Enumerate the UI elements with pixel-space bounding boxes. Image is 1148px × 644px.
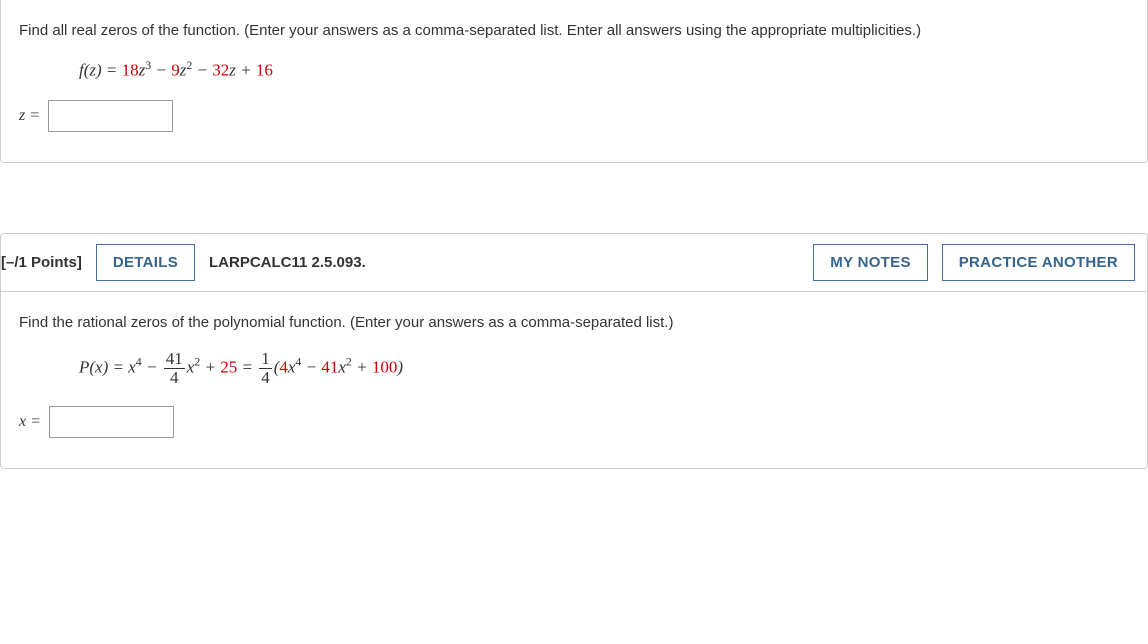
- fraction-41-4: 414: [164, 350, 185, 387]
- op-minus1: −: [151, 60, 171, 79]
- frac-num-41: 41: [164, 350, 185, 369]
- my-notes-button[interactable]: MY NOTES: [813, 244, 927, 281]
- coef-16: 16: [256, 60, 273, 79]
- op-minus-q2a: −: [142, 357, 162, 376]
- op-plus-q2: +: [200, 357, 220, 376]
- var-z3: z: [229, 60, 236, 79]
- answer-row-z: z =: [19, 100, 1129, 132]
- practice-another-button[interactable]: PRACTICE ANOTHER: [942, 244, 1135, 281]
- p-coef-100: 100: [372, 357, 398, 376]
- p-coef-4: 4: [279, 357, 288, 376]
- question-1-prompt: Find all real zeros of the function. (En…: [19, 18, 1129, 44]
- px-lhs: P(x) = x: [79, 357, 136, 376]
- question-reference: LARPCALC11 2.5.093.: [209, 254, 366, 271]
- fraction-1-4: 14: [259, 350, 272, 387]
- question-1-formula: f(z) = 18z3 − 9z2 − 32z + 16: [19, 58, 1129, 81]
- p-op-minus: −: [301, 357, 321, 376]
- paren-close: ): [397, 357, 403, 376]
- const-25: 25: [220, 357, 237, 376]
- op-minus2: −: [192, 60, 212, 79]
- question-2-formula: P(x) = x4 − 414x2 + 25 = 14(4x4 − 41x2 +…: [19, 350, 1129, 387]
- question-1-box: Find all real zeros of the function. (En…: [0, 0, 1148, 163]
- question-header: [–/1 Points] DETAILS LARPCALC11 2.5.093.…: [1, 234, 1147, 291]
- p-var-x2: x: [338, 357, 346, 376]
- x-equals-label: x =: [19, 413, 41, 431]
- z-answer-input[interactable]: [48, 100, 173, 132]
- coef-32: 32: [212, 60, 229, 79]
- op-eq: =: [237, 357, 257, 376]
- coef-9: 9: [171, 60, 180, 79]
- details-button[interactable]: DETAILS: [96, 244, 195, 281]
- x-answer-input[interactable]: [49, 406, 174, 438]
- fz-lhs: f(z) =: [79, 60, 122, 79]
- points-label: [–/1 Points]: [1, 254, 82, 271]
- p-coef-41: 41: [321, 357, 338, 376]
- op-plus1: +: [236, 60, 256, 79]
- z-equals-label: z =: [19, 107, 40, 125]
- frac-den-4a: 4: [164, 369, 185, 387]
- frac-den-4b: 4: [259, 369, 272, 387]
- p-op-plus: +: [352, 357, 372, 376]
- question-2-prompt: Find the rational zeros of the polynomia…: [19, 310, 1129, 336]
- coef-18: 18: [122, 60, 139, 79]
- question-2-container: [–/1 Points] DETAILS LARPCALC11 2.5.093.…: [0, 233, 1148, 469]
- question-2-body: Find the rational zeros of the polynomia…: [1, 291, 1147, 468]
- answer-row-x: x =: [19, 406, 1129, 438]
- frac-num-1: 1: [259, 350, 272, 369]
